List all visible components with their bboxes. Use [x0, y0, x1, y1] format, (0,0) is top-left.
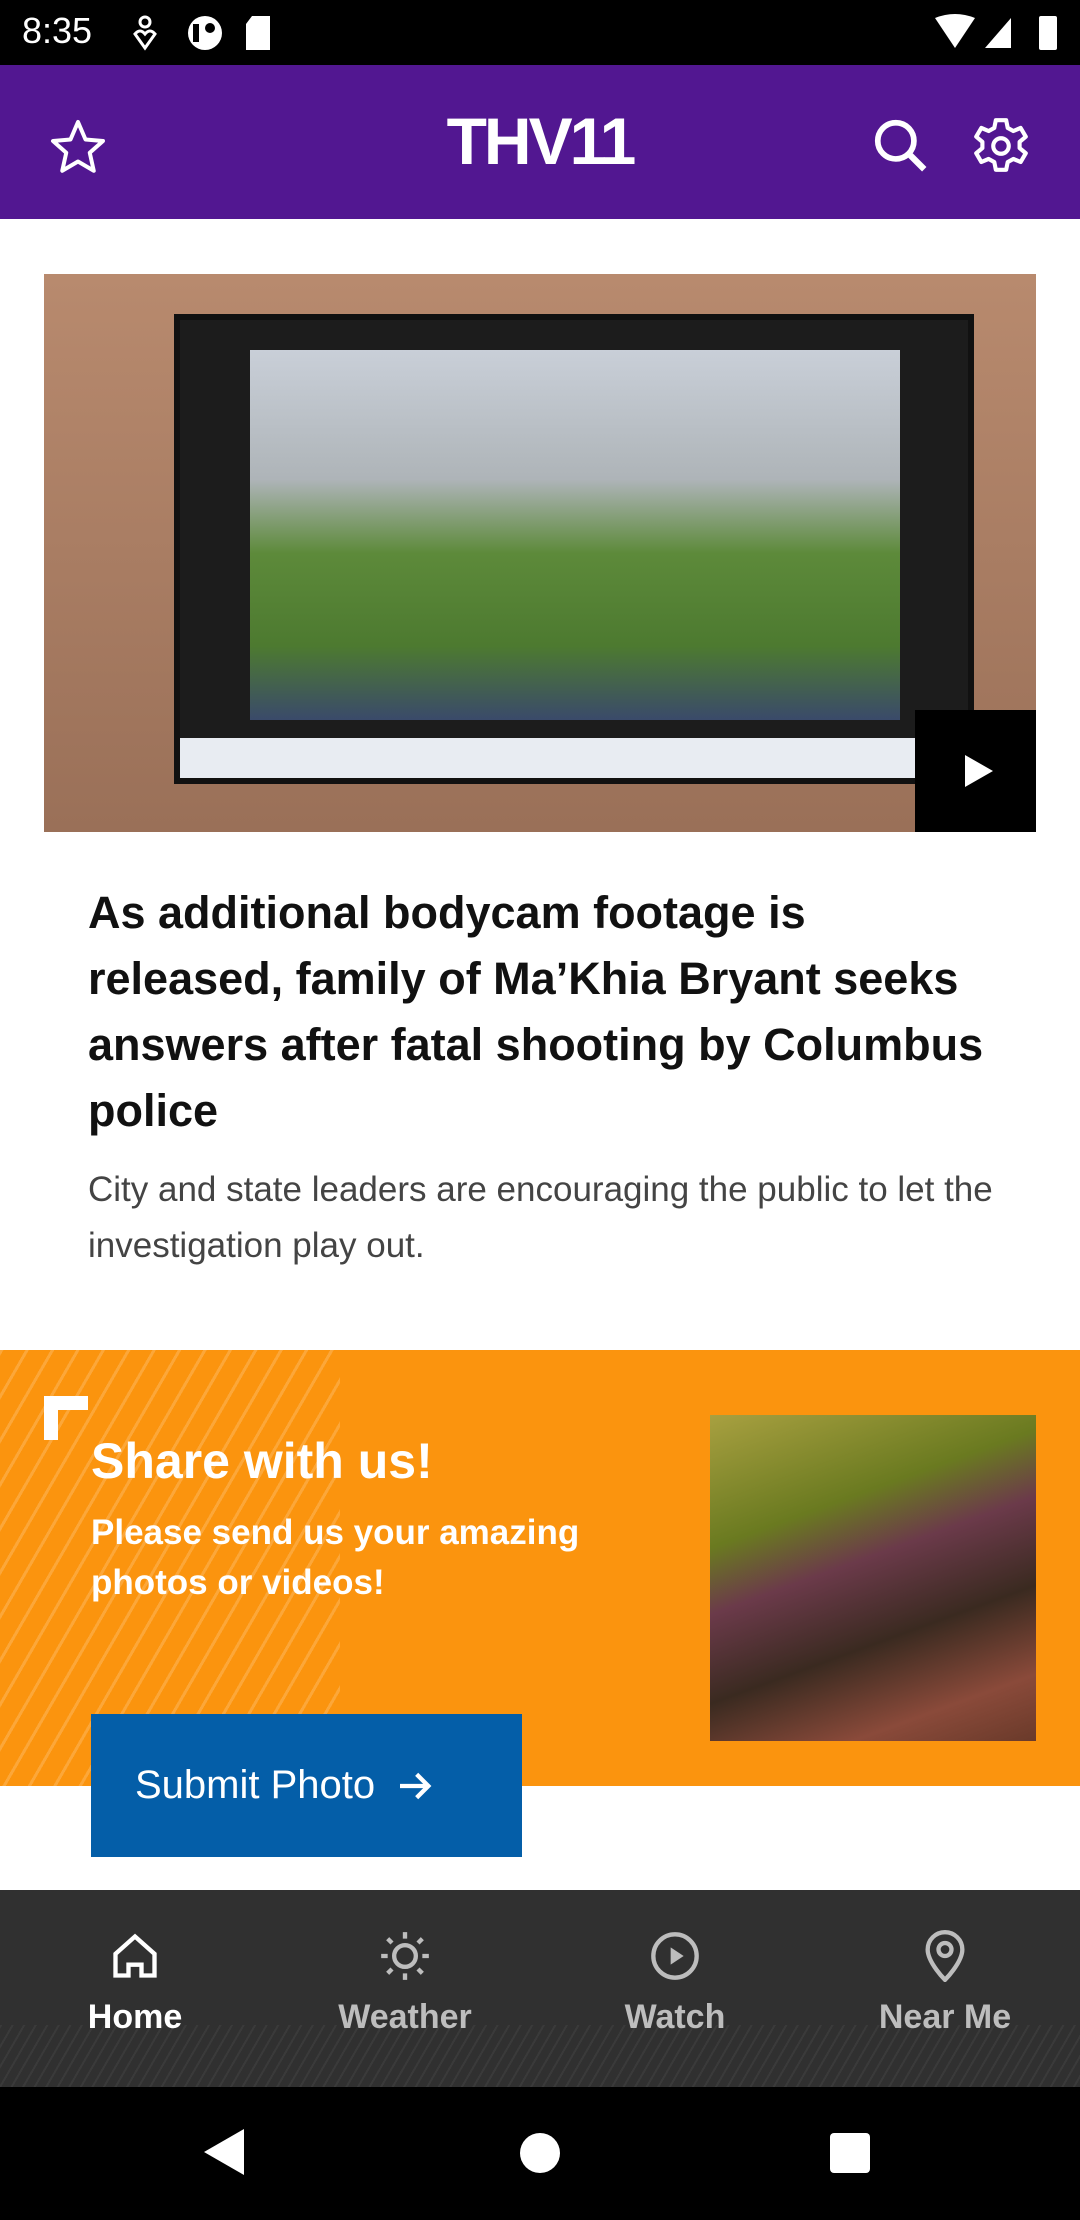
hero-video-thumbnail[interactable] [44, 274, 1036, 832]
status-time: 8:35 [22, 10, 93, 51]
submit-photo-label: Submit Photo [135, 1763, 376, 1807]
nav-weather-label: Weather [338, 1998, 472, 2036]
nav-near-me-label: Near Me [878, 1998, 1012, 2036]
play-icon [965, 755, 993, 787]
nav-watch[interactable]: Watch [540, 1890, 810, 2087]
promo-title: Share with us! [91, 1433, 433, 1489]
sun-icon [381, 1932, 429, 1980]
home-circle-icon[interactable] [518, 2131, 562, 2175]
search-icon[interactable] [870, 115, 932, 177]
nav-weather[interactable]: Weather [270, 1890, 540, 2087]
status-system-icons [935, 14, 1057, 50]
article-headline[interactable]: As additional bodycam footage is release… [88, 880, 1008, 1144]
bottom-navigation: Home Weather Watch Near Me [0, 1890, 1080, 2087]
location-pin-icon [925, 1930, 965, 1982]
status-bar: 8:35 [0, 0, 1080, 65]
recents-icon[interactable] [828, 2131, 872, 2175]
corner-bracket-icon [44, 1396, 88, 1440]
submit-photo-button[interactable]: Submit Photo [91, 1714, 522, 1857]
gear-icon[interactable] [970, 115, 1032, 177]
nav-watch-label: Watch [624, 1998, 726, 2036]
play-circle-icon [651, 1932, 699, 1980]
home-icon [113, 1933, 157, 1978]
nav-near-me[interactable]: Near Me [810, 1890, 1080, 2087]
app-header: THV11 [0, 65, 1080, 219]
promo-photo [710, 1415, 1036, 1741]
promo-text: Please send us your amazing photos or vi… [91, 1513, 580, 1602]
nav-home[interactable]: Home [0, 1890, 270, 2087]
status-notification-icons [133, 15, 270, 51]
system-navigation-bar [0, 2087, 1080, 2220]
back-icon[interactable] [200, 2127, 250, 2179]
arrow-right-icon [400, 1772, 432, 1799]
bodycam-screen-image [174, 314, 974, 784]
article-subtitle: City and state leaders are encouraging t… [88, 1170, 993, 1265]
nav-home-label: Home [87, 1998, 183, 2036]
play-button[interactable] [915, 710, 1036, 832]
